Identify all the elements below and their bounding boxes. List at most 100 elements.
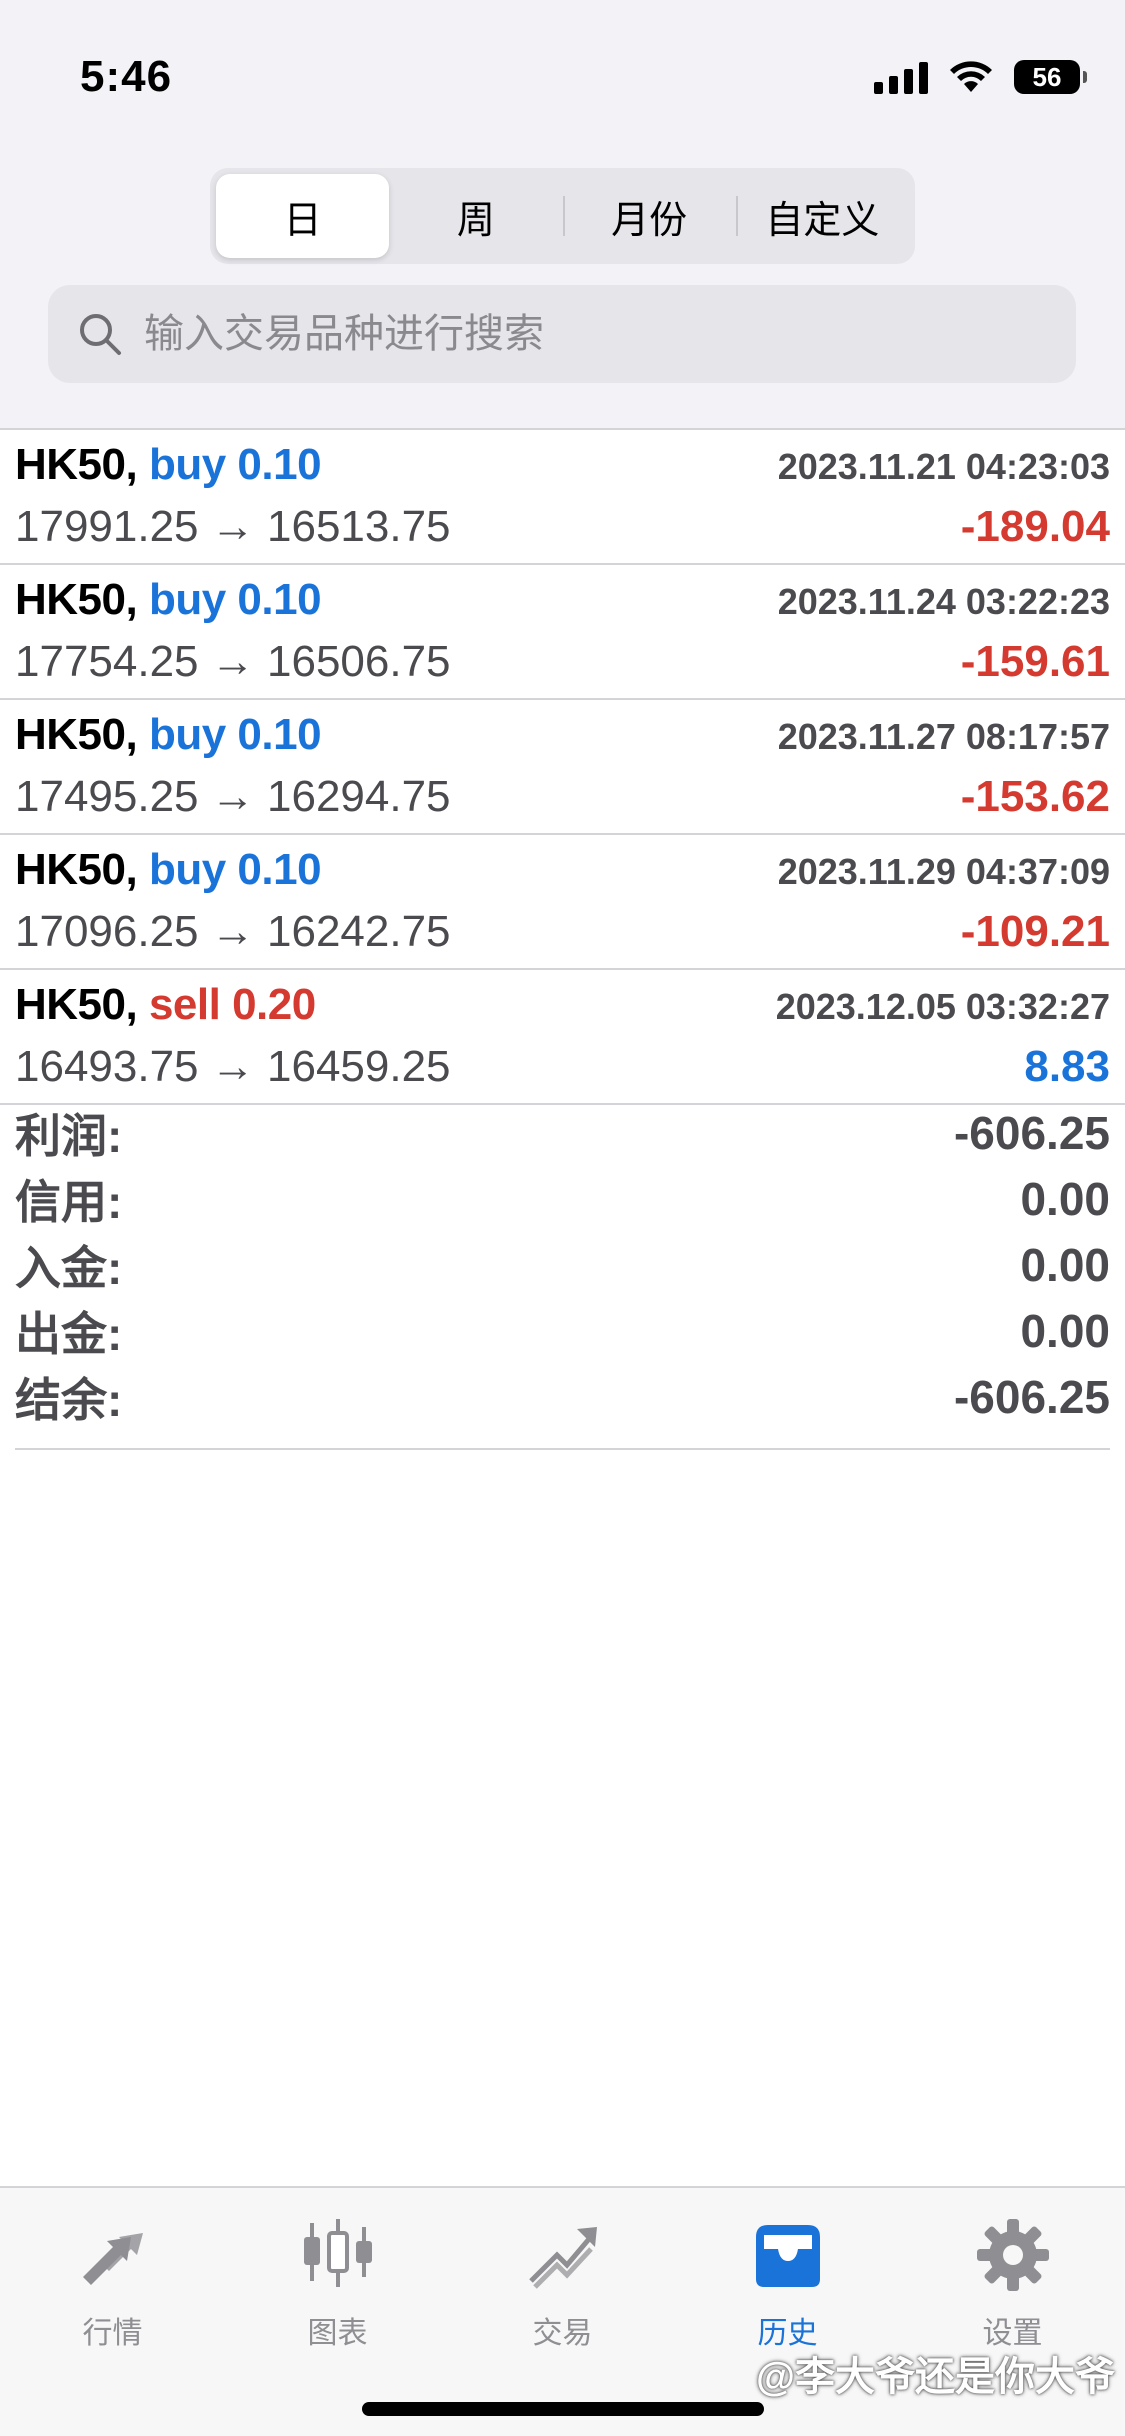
tab-settings[interactable]: 设置 — [900, 2210, 1125, 2352]
tab-label: 行情 — [82, 2317, 143, 2350]
deal-side: sell — [148, 980, 221, 1029]
deal-close-price: 16294.75 — [267, 772, 451, 821]
summary-value: -606.25 — [953, 1371, 1110, 1423]
status-icons: 56 — [874, 60, 1087, 94]
segment-day[interactable]: 日 — [216, 174, 390, 258]
deal-time: 2023.12.05 03:32:27 — [775, 986, 1110, 1027]
deal-profit: -189.04 — [960, 502, 1110, 551]
deal-close-price: 16506.75 — [267, 637, 451, 686]
history-header: 日 周 月份 自定义 — [0, 140, 1125, 430]
tab-charts[interactable]: 图表 — [225, 2210, 450, 2352]
status-bar: 5:46 56 — [0, 0, 1125, 140]
deal-side: buy — [148, 710, 226, 759]
deal-row[interactable]: HK50, buy 0.10 2023.11.24 03:22:23 17754… — [0, 565, 1125, 700]
summary-label: 结余: — [15, 1374, 123, 1426]
tab-trade[interactable]: 交易 — [450, 2210, 675, 2352]
status-time: 5:46 — [80, 52, 173, 101]
summary-value: 0.00 — [1020, 1305, 1110, 1357]
bottom-tab-bar: 行情 图表 交易 历史 设置 @李大爷还是你大爷 — [0, 2186, 1125, 2436]
summary-value: 0.00 — [1020, 1239, 1110, 1291]
cellular-signal-icon — [874, 60, 928, 94]
arrow-right-icon: → — [210, 772, 255, 821]
wifi-icon — [950, 61, 992, 92]
history-screen: 5:46 56 日 周 月份 自定义 输入交易品种进行搜索 HK50, buy … — [0, 0, 1125, 2436]
trade-trend-icon — [518, 2210, 608, 2300]
summary-label: 利润: — [15, 1110, 123, 1162]
battery-icon: 56 — [1014, 60, 1087, 94]
summary-row-profit: 利润: -606.25 — [15, 1100, 1110, 1166]
summary-value: 0.00 — [1020, 1173, 1110, 1225]
deal-side: buy — [148, 440, 226, 489]
deal-symbol: HK50, — [15, 575, 138, 624]
deal-prices: 17991.25 → 16513.75 — [15, 502, 451, 552]
deal-symbol: HK50, — [15, 845, 138, 894]
deal-volume: 0.10 — [237, 710, 322, 759]
deal-prices: 16493.75 → 16459.25 — [15, 1042, 451, 1092]
tab-quotes[interactable]: 行情 — [0, 2210, 225, 2352]
tab-history[interactable]: 历史 — [675, 2210, 900, 2352]
deal-row[interactable]: HK50, buy 0.10 2023.11.27 08:17:57 17495… — [0, 700, 1125, 835]
home-indicator[interactable] — [362, 2402, 764, 2416]
summary-row-deposit: 入金: 0.00 — [15, 1232, 1110, 1298]
deal-prices: 17096.25 → 16242.75 — [15, 907, 451, 957]
deal-time: 2023.11.29 04:37:09 — [777, 851, 1110, 892]
deal-open-price: 17096.25 — [15, 907, 199, 956]
arrow-right-icon: → — [210, 1042, 255, 1091]
deal-prices: 17754.25 → 16506.75 — [15, 637, 451, 687]
deal-symbol: HK50, — [15, 980, 138, 1029]
tab-label: 交易 — [532, 2317, 593, 2350]
summary-label: 入金: — [15, 1242, 123, 1294]
deal-close-price: 16242.75 — [267, 907, 451, 956]
deal-prices: 17495.25 → 16294.75 — [15, 772, 451, 822]
deal-volume: 0.10 — [237, 575, 322, 624]
search-input[interactable] — [142, 310, 1046, 358]
deal-profit: 8.83 — [1024, 1042, 1110, 1091]
deal-volume: 0.10 — [237, 845, 322, 894]
deal-row[interactable]: HK50, buy 0.10 2023.11.29 04:37:09 17096… — [0, 835, 1125, 970]
deal-row[interactable]: HK50, sell 0.20 2023.12.05 03:32:27 1649… — [0, 970, 1125, 1105]
deal-profit: -153.62 — [960, 772, 1110, 821]
deal-time: 2023.11.24 03:22:23 — [777, 581, 1110, 622]
deal-symbol-line: HK50, buy 0.10 — [15, 440, 322, 490]
summary-value: -606.25 — [953, 1107, 1110, 1159]
arrow-right-icon: → — [210, 502, 255, 551]
deal-open-price: 16493.75 — [15, 1042, 199, 1091]
gear-icon — [968, 2210, 1058, 2300]
deal-list: HK50, buy 0.10 2023.11.21 04:23:03 17991… — [0, 430, 1125, 1105]
history-inbox-icon — [743, 2210, 833, 2300]
watermark: @李大爷还是你大爷 — [755, 2355, 1115, 2399]
deal-symbol-line: HK50, buy 0.10 — [15, 710, 322, 760]
summary-row-balance: 结余: -606.25 — [15, 1364, 1110, 1430]
deal-side: buy — [148, 845, 226, 894]
deal-symbol-line: HK50, buy 0.10 — [15, 845, 322, 895]
deal-symbol-line: HK50, sell 0.20 — [15, 980, 316, 1030]
deal-symbol-line: HK50, buy 0.10 — [15, 575, 322, 625]
battery-level: 56 — [1032, 61, 1062, 92]
segment-week[interactable]: 周 — [389, 174, 562, 258]
deal-close-price: 16459.25 — [267, 1042, 451, 1091]
arrow-right-icon: → — [210, 637, 255, 686]
candlestick-chart-icon — [293, 2210, 383, 2300]
deal-open-price: 17754.25 — [15, 637, 199, 686]
summary-label: 信用: — [15, 1176, 123, 1228]
deal-time: 2023.11.21 04:23:03 — [777, 446, 1110, 487]
summary-label: 出金: — [15, 1308, 123, 1360]
period-segmented-control: 日 周 月份 自定义 — [210, 168, 915, 264]
account-summary: 利润: -606.25 信用: 0.00 入金: 0.00 出金: 0.00 结… — [15, 1100, 1110, 1450]
summary-row-credit: 信用: 0.00 — [15, 1166, 1110, 1232]
quotes-arrows-icon — [68, 2210, 158, 2300]
search-bar[interactable] — [48, 285, 1076, 383]
deal-symbol: HK50, — [15, 440, 138, 489]
arrow-right-icon: → — [210, 907, 255, 956]
tab-label: 图表 — [307, 2317, 368, 2350]
deal-profit: -159.61 — [960, 637, 1110, 686]
summary-row-withdrawal: 出金: 0.00 — [15, 1298, 1110, 1364]
deal-row[interactable]: HK50, buy 0.10 2023.11.21 04:23:03 17991… — [0, 430, 1125, 565]
deal-volume: 0.10 — [237, 440, 322, 489]
deal-symbol: HK50, — [15, 710, 138, 759]
deal-close-price: 16513.75 — [267, 502, 451, 551]
deal-side: buy — [148, 575, 226, 624]
segment-custom[interactable]: 自定义 — [735, 174, 909, 258]
deal-open-price: 17991.25 — [15, 502, 199, 551]
segment-month[interactable]: 月份 — [562, 174, 736, 258]
